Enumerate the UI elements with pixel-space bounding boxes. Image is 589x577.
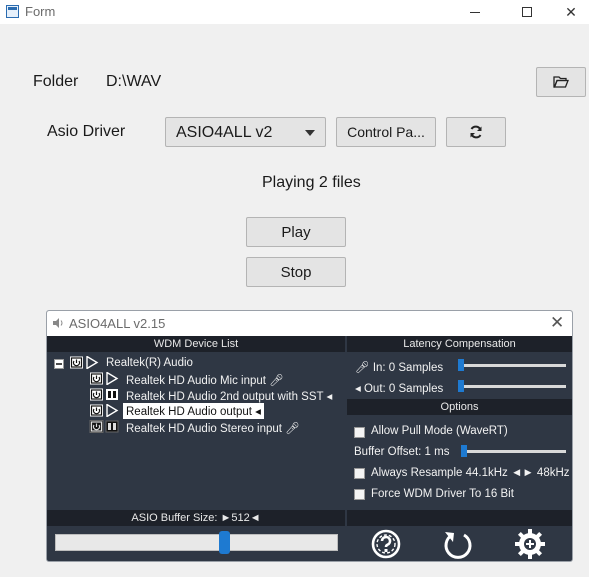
asio4all-panel: ASIO4ALL v2.15 ✕ WDM Device List Latency… (46, 310, 573, 562)
latency-in-slider[interactable] (459, 364, 566, 367)
buffer-offset-slider[interactable] (461, 450, 566, 453)
microphone-icon: 🎤︎ (355, 362, 370, 374)
close-icon: ✕ (565, 3, 577, 20)
speaker-small-icon: ◂︎ (355, 383, 361, 395)
buffer-offset-slider-thumb[interactable] (461, 445, 467, 457)
asio-driver-select[interactable]: ASIO4ALL v2 (165, 117, 326, 147)
settings-gear-icon[interactable] (514, 528, 546, 560)
browse-folder-button[interactable] (536, 67, 586, 97)
speaker-icon (53, 318, 63, 328)
device-power-icon[interactable] (89, 404, 120, 417)
asio-driver-label: Asio Driver (47, 123, 126, 140)
chevron-down-icon (305, 130, 315, 136)
microphone-icon: 🎤︎ (269, 375, 284, 387)
always-resample-label: Always Resample 44.1kHz ◄► 48kHz (371, 467, 570, 479)
collapse-icon[interactable] (54, 359, 64, 369)
latency-out-label: ◂︎ Out: 0 Samples (355, 383, 444, 395)
footer-blank-header (347, 510, 572, 526)
close-button[interactable]: ✕ (548, 0, 589, 24)
device-item-2nd-output[interactable]: Realtek HD Audio 2nd output with SST ◂︎ (126, 389, 332, 403)
title-bar: Form ✕ (0, 0, 589, 24)
device-power-icon[interactable] (89, 388, 120, 401)
device-item-audio-output[interactable]: Realtek HD Audio output ◂︎ (123, 403, 264, 419)
force-wdm-16bit-label: Force WDM Driver To 16 Bit (371, 488, 514, 500)
asio-buffer-size-thumb[interactable] (219, 531, 230, 554)
latency-out-slider[interactable] (459, 385, 566, 388)
minimize-button[interactable] (452, 0, 498, 24)
device-power-icon[interactable] (89, 420, 120, 433)
force-wdm-16bit-checkbox[interactable] (354, 489, 365, 500)
asio-buffer-size-slider[interactable] (55, 534, 338, 551)
control-panel-button[interactable]: Control Pa... (336, 117, 436, 147)
window-title: Form (25, 4, 56, 19)
wdm-device-list-header: WDM Device List (47, 336, 345, 352)
device-power-icon[interactable] (89, 372, 120, 385)
maximize-button[interactable] (504, 0, 550, 24)
folder-label: Folder (33, 73, 79, 90)
latency-compensation-header: Latency Compensation (347, 336, 572, 352)
asio4all-close-icon[interactable]: ✕ (550, 313, 564, 333)
always-resample-checkbox[interactable] (354, 468, 365, 479)
refresh-icon (470, 125, 482, 139)
asio-driver-selected: ASIO4ALL v2 (176, 124, 273, 141)
latency-in-label: 🎤︎ In: 0 Samples (355, 362, 444, 374)
buffer-offset-label: Buffer Offset: 1 ms (354, 446, 450, 458)
device-root-label[interactable]: Realtek(R) Audio (106, 357, 193, 369)
microphone-icon: 🎤︎ (285, 423, 300, 435)
minimize-icon (470, 11, 480, 13)
asio4all-title: ASIO4ALL v2.15 (69, 316, 166, 331)
asio4all-title-bar: ASIO4ALL v2.15 ✕ (47, 311, 572, 336)
folder-open-icon (553, 76, 569, 88)
latency-out-slider-thumb[interactable] (458, 380, 464, 392)
help-icon[interactable] (370, 528, 402, 560)
refresh-button[interactable] (446, 117, 506, 147)
reset-icon[interactable] (442, 528, 474, 560)
device-root-icon[interactable] (69, 356, 100, 369)
speaker-small-icon: ◂︎ (326, 391, 333, 403)
allow-pull-mode-checkbox[interactable] (354, 427, 365, 438)
form-icon (6, 5, 19, 18)
folder-path: D:\WAV (106, 73, 162, 90)
speaker-small-icon: ◂︎ (255, 406, 261, 418)
status-text: Playing 2 files (262, 174, 361, 191)
latency-in-slider-thumb[interactable] (458, 359, 464, 371)
allow-pull-mode-label: Allow Pull Mode (WaveRT) (371, 425, 508, 437)
stop-button[interactable]: Stop (246, 257, 346, 287)
device-item-stereo-input[interactable]: Realtek HD Audio Stereo input 🎤︎ (126, 421, 300, 435)
device-item-mic-input[interactable]: Realtek HD Audio Mic input 🎤︎ (126, 373, 284, 387)
play-button[interactable]: Play (246, 217, 346, 247)
options-header: Options (347, 399, 572, 415)
asio-buffer-size-label: ASIO Buffer Size: ►512◄ (47, 510, 345, 526)
maximize-icon (522, 7, 532, 17)
